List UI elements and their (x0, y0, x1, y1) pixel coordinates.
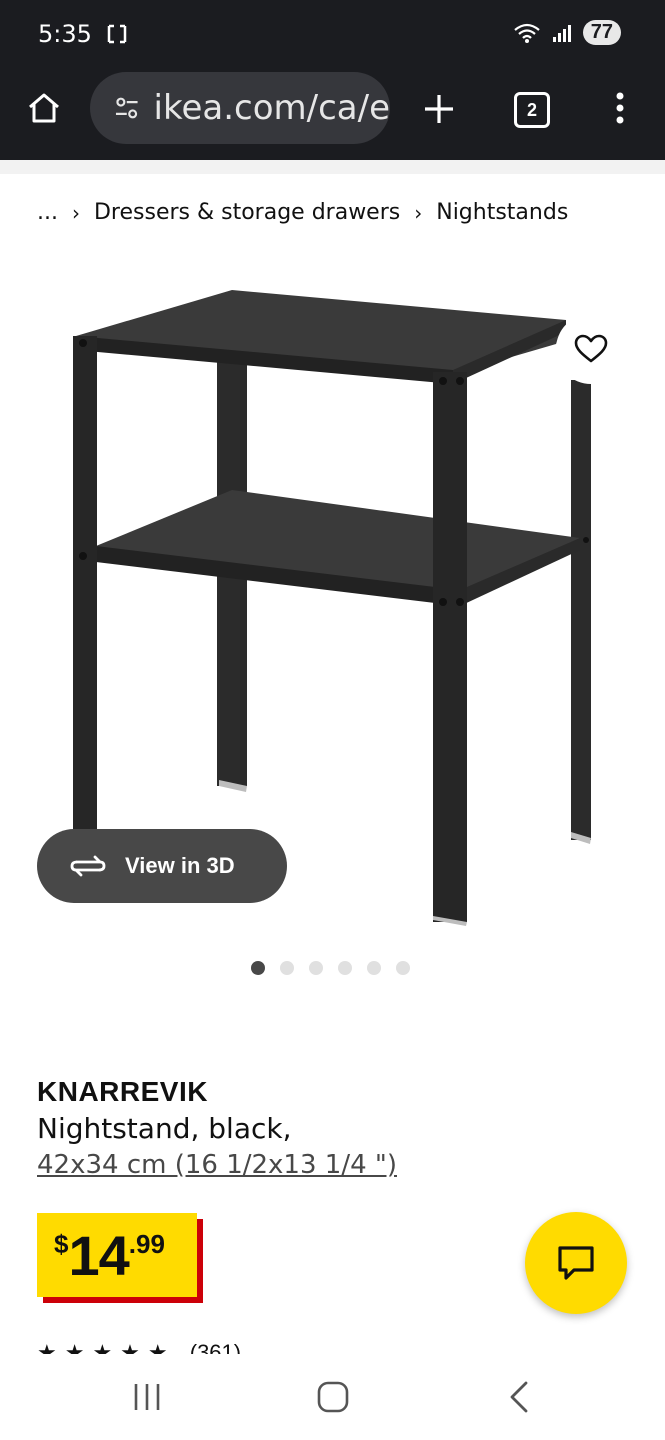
chevron-right-icon: › (414, 200, 423, 225)
breadcrumb-item-dressers[interactable]: Dressers & storage drawers (94, 200, 400, 225)
wifi-icon (514, 23, 540, 43)
price-currency: $ (54, 1229, 69, 1259)
address-bar[interactable]: ikea.com/ca/e (90, 72, 390, 144)
screenshot-icon (107, 24, 126, 44)
view-in-3d-label: View in 3D (125, 853, 235, 878)
status-bar: 5:35 77 (0, 0, 665, 70)
tab-switcher-button[interactable]: 2 (514, 92, 550, 128)
breadcrumb: ... › Dressers & storage drawers › Night… (37, 200, 568, 225)
chat-button[interactable] (525, 1212, 627, 1314)
pagination-dot[interactable] (396, 961, 410, 975)
favorite-button[interactable] (556, 314, 626, 384)
recent-apps-icon[interactable] (130, 1382, 164, 1412)
pagination-dot[interactable] (280, 961, 294, 975)
battery-indicator: 77 (582, 20, 621, 45)
product-description: Nightstand, black, (37, 1112, 292, 1145)
status-time: 5:35 (38, 20, 128, 48)
site-settings-icon[interactable] (114, 95, 140, 121)
system-nav-bar (0, 1354, 665, 1440)
browser-toolbar: ikea.com/ca/e 2 (0, 70, 665, 160)
pagination-dot[interactable] (251, 961, 265, 975)
view-in-3d-button[interactable]: View in 3D (37, 829, 287, 903)
new-tab-icon[interactable] (422, 92, 456, 126)
pagination-dot[interactable] (309, 961, 323, 975)
header-divider (0, 160, 665, 174)
home-icon[interactable] (26, 90, 62, 126)
product-name: KNARREVIK (37, 1076, 208, 1107)
breadcrumb-item-nightstands[interactable]: Nightstands (436, 200, 568, 225)
rating-count: (361) (189, 1340, 242, 1354)
home-nav-icon[interactable] (316, 1380, 350, 1414)
image-pagination (251, 961, 410, 975)
pagination-dot[interactable] (367, 961, 381, 975)
breadcrumb-ellipsis[interactable]: ... (37, 200, 58, 225)
heart-icon (574, 334, 608, 363)
rating-stars: ★★★★★ (37, 1340, 176, 1354)
url-text: ikea.com/ca/e (153, 88, 390, 128)
price-integer: 14 (68, 1224, 129, 1287)
rotate-3d-icon (70, 855, 106, 877)
chat-icon (558, 1246, 594, 1280)
price-tag: $ 14 .99 (37, 1213, 197, 1297)
price-decimal: .99 (128, 1229, 165, 1259)
more-menu-icon[interactable] (612, 90, 628, 126)
product-size-link[interactable]: 42x34 cm (16 1/2x13 1/4 ") (37, 1150, 397, 1180)
back-icon[interactable] (506, 1380, 532, 1414)
product-rating[interactable]: ★★★★★ (361) (37, 1340, 241, 1354)
signal-icon (552, 24, 571, 42)
pagination-dot[interactable] (338, 961, 352, 975)
chevron-right-icon: › (71, 200, 80, 225)
